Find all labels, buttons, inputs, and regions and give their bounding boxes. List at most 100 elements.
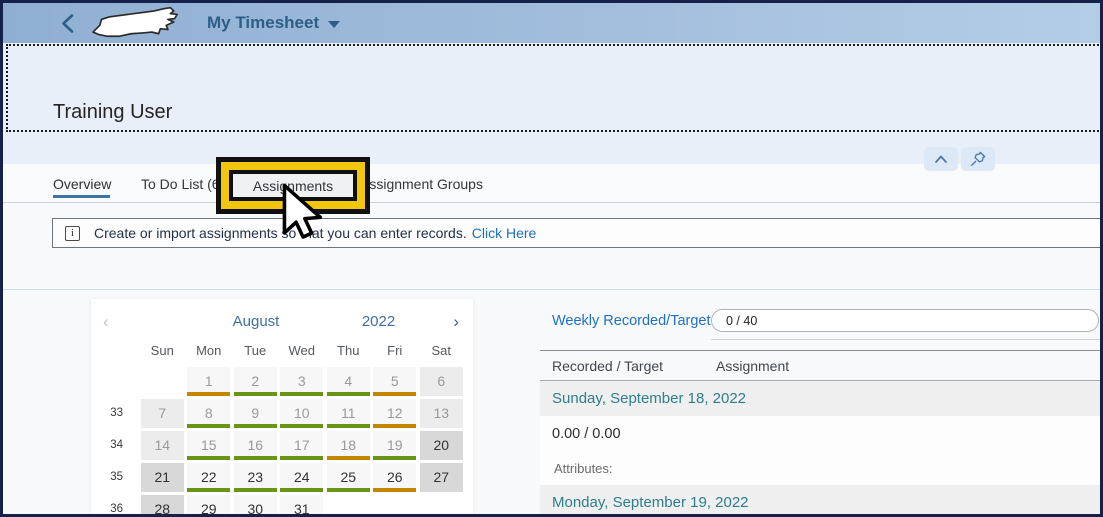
- header-divider: [3, 289, 1100, 290]
- app-title: My Timesheet: [207, 13, 320, 32]
- calendar-day[interactable]: 11: [326, 398, 370, 428]
- calendar-day[interactable]: 27: [419, 462, 463, 492]
- date-group-row[interactable]: Sunday, September 18, 2022: [540, 381, 1100, 416]
- green-status-bar: [280, 391, 324, 396]
- calendar-week-row: 36 28 29 30 31: [91, 493, 473, 515]
- chevron-up-icon: [935, 155, 947, 163]
- records-table-header: Recorded / Target Assignment: [540, 350, 1100, 381]
- collapse-header-button[interactable]: [924, 147, 958, 171]
- orange-status-bar: [373, 487, 417, 492]
- app-title-menu[interactable]: My Timesheet: [207, 13, 341, 33]
- day-header: Thu: [337, 343, 360, 358]
- calendar-card: ‹ August 2022 › Sun Mon Tue Wed Thu Fri …: [91, 299, 473, 515]
- day-header: Tue: [244, 343, 267, 358]
- selected-tab-indicator: [53, 195, 110, 198]
- column-assignment: Assignment: [716, 358, 790, 374]
- weekly-field-underline: [711, 339, 1100, 340]
- day-header: Sat: [431, 343, 451, 358]
- tab-assignments[interactable]: Assignments: [229, 170, 357, 201]
- calendar-day[interactable]: 7: [140, 398, 184, 428]
- calendar-day[interactable]: 13: [419, 398, 463, 428]
- records-panel: Weekly Recorded/Target 0 / 40 Recorded /…: [540, 303, 1100, 514]
- recorded-target-row: 0.00 / 0.00: [540, 416, 1100, 451]
- green-status-bar: [187, 487, 231, 492]
- calendar-day[interactable]: 3: [280, 366, 324, 396]
- weekly-recorded-target-label: Weekly Recorded/Target: [552, 313, 711, 329]
- calendar-day[interactable]: 15: [187, 430, 231, 460]
- day-header: Wed: [288, 343, 316, 358]
- calendar-day[interactable]: 31: [280, 494, 324, 514]
- calendar-day[interactable]: 12: [373, 398, 417, 428]
- calendar-grid: 1 2 3 4 5 6 33 7 8 9 10 11 12 13 34 14 15 16 17 18 19 20 35 21 2…: [91, 365, 473, 515]
- tab-overview[interactable]: Overview: [53, 176, 111, 192]
- calendar-empty-cell: [141, 367, 184, 396]
- calendar-day[interactable]: 30: [233, 494, 277, 514]
- calendar-day[interactable]: 19: [373, 430, 417, 460]
- calendar-day[interactable]: 8: [187, 398, 231, 428]
- tab-assignment-groups[interactable]: Assignment Groups: [360, 176, 483, 192]
- calendar-day[interactable]: 23: [233, 462, 277, 492]
- calendar-day[interactable]: 29: [187, 494, 231, 514]
- weekly-recorded-target-value[interactable]: 0 / 40: [711, 309, 1099, 332]
- orange-status-bar: [373, 423, 417, 428]
- calendar-next-month-icon[interactable]: ›: [453, 312, 459, 332]
- calendar-day[interactable]: 10: [280, 398, 324, 428]
- click-here-link[interactable]: Click Here: [472, 225, 537, 241]
- records-table-body: Sunday, September 18, 2022 0.00 / 0.00 Att…: [540, 381, 1100, 514]
- day-header: Sun: [150, 343, 174, 358]
- attributes-row: Attributes:: [540, 451, 1100, 485]
- calendar-day[interactable]: 17: [280, 430, 324, 460]
- date-group-row[interactable]: Monday, September 19, 2022: [540, 485, 1100, 514]
- timesheet-app-window: My Timesheet Training User (Administrati…: [0, 0, 1103, 517]
- calendar-empty-cell: [420, 495, 463, 515]
- calendar-day[interactable]: 25: [326, 462, 370, 492]
- orange-status-bar: [326, 455, 370, 460]
- calendar-week-row: 33 7 8 9 10 11 12 13: [91, 397, 473, 429]
- calendar-day[interactable]: 6: [419, 366, 463, 396]
- green-status-bar: [326, 423, 370, 428]
- calendar-day[interactable]: 1: [187, 366, 231, 396]
- chevron-down-icon: [328, 20, 341, 28]
- calendar-week-row: 34 14 15 16 17 18 19 20: [91, 429, 473, 461]
- orange-status-bar: [187, 391, 231, 396]
- back-icon[interactable]: [60, 13, 76, 39]
- calendar-year[interactable]: 2022: [341, 313, 416, 330]
- tab-to-do-list[interactable]: To Do List (6): [141, 176, 224, 192]
- week-number: 33: [110, 407, 123, 419]
- pin-header-button[interactable]: [961, 147, 995, 171]
- week-number: 35: [110, 471, 123, 483]
- green-status-bar: [326, 391, 370, 396]
- info-message: Create or import assignments so that you…: [94, 225, 467, 241]
- calendar-day-headers: Sun Mon Tue Wed Thu Fri Sat: [91, 343, 473, 365]
- calendar-header: ‹ August 2022 ›: [91, 299, 473, 343]
- day-header: Fri: [387, 343, 403, 358]
- calendar-day[interactable]: 24: [280, 462, 324, 492]
- calendar-day[interactable]: 22: [187, 462, 231, 492]
- calendar-day[interactable]: 18: [326, 430, 370, 460]
- calendar-day[interactable]: 5: [373, 366, 417, 396]
- orange-status-bar: [373, 391, 417, 396]
- green-status-bar: [233, 423, 277, 428]
- week-number: 36: [110, 503, 123, 515]
- calendar-day[interactable]: 2: [233, 366, 277, 396]
- calendar-empty-cell: [327, 495, 370, 515]
- green-status-bar: [373, 455, 417, 460]
- calendar-month[interactable]: August: [196, 313, 316, 330]
- calendar-day[interactable]: 20: [419, 430, 463, 460]
- calendar-week-row: 123456: [91, 365, 473, 397]
- calendar-day[interactable]: 9: [233, 398, 277, 428]
- calendar-day[interactable]: 4: [326, 366, 370, 396]
- info-message-strip: i Create or import assignments so that y…: [52, 218, 1100, 248]
- calendar-day[interactable]: 16: [233, 430, 277, 460]
- calendar-day[interactable]: 28: [140, 494, 184, 514]
- calendar-prev-month-icon[interactable]: ‹: [103, 312, 109, 332]
- calendar-day[interactable]: 21: [140, 462, 184, 492]
- column-recorded-target: Recorded / Target: [552, 358, 664, 374]
- north-carolina-logo-icon: [89, 6, 193, 48]
- calendar-day[interactable]: 14: [140, 430, 184, 460]
- user-header-band: Training User (Administrative Assistant …: [3, 43, 1100, 144]
- page-title-user-name: Training User: [53, 101, 173, 123]
- calendar-day[interactable]: 26: [373, 462, 417, 492]
- green-status-bar: [326, 487, 370, 492]
- week-number: 34: [110, 439, 123, 451]
